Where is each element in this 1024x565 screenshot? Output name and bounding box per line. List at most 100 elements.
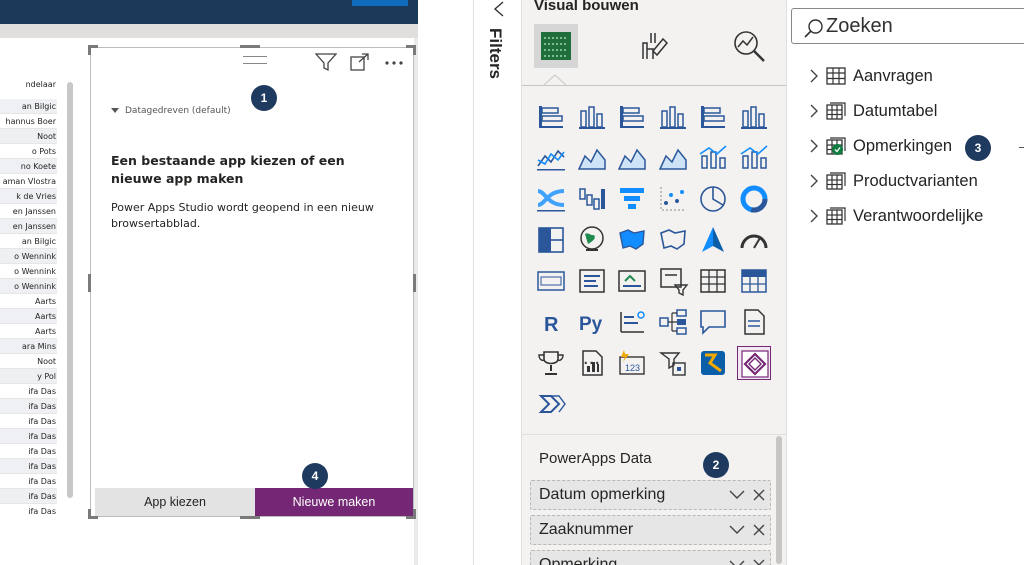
search-box[interactable] [791, 8, 1024, 44]
line-chart-icon[interactable] [534, 141, 568, 175]
table-cell[interactable]: no Koete [0, 159, 57, 174]
table-cell[interactable]: k de Vries [0, 189, 57, 204]
filled-map-icon[interactable] [615, 223, 649, 257]
close-icon[interactable] [753, 489, 765, 501]
clustered-column-icon[interactable] [656, 100, 690, 134]
collapse-filter-icon[interactable] [490, 0, 508, 22]
chevron-right-icon[interactable] [807, 69, 821, 83]
chevron-right-icon[interactable] [807, 104, 821, 118]
smart-narrative-icon[interactable] [737, 305, 771, 339]
power-automate-card-icon[interactable]: 123 [615, 346, 649, 380]
data-table-item[interactable]: Aanvragen [807, 62, 933, 90]
table-cell[interactable]: ifa Das [0, 444, 57, 459]
table-cell[interactable]: ifa Das [0, 489, 57, 504]
decomposition-tree-icon[interactable] [656, 305, 690, 339]
area-chart-icon[interactable] [575, 141, 609, 175]
table-cell[interactable]: ifa Das [0, 504, 57, 518]
table-cell[interactable]: ifa Das [0, 414, 57, 429]
focus-mode-icon[interactable] [349, 52, 371, 76]
table-cell[interactable]: ifa Das [0, 399, 57, 414]
line-stacked-column-icon[interactable] [696, 141, 730, 175]
card-icon[interactable] [534, 264, 568, 298]
table-cell[interactable]: en Janssen [0, 219, 57, 234]
scatter-chart-icon[interactable] [656, 182, 690, 216]
close-icon[interactable] [753, 559, 765, 565]
chevron-right-icon[interactable] [807, 139, 821, 153]
percent-bar-icon[interactable] [696, 100, 730, 134]
resize-handle[interactable] [413, 45, 416, 55]
filters-pane[interactable]: Filters [474, 0, 522, 565]
percent-area-icon[interactable] [656, 141, 690, 175]
field-pill[interactable]: Datum opmerking [530, 480, 771, 510]
table-scrollbar[interactable] [67, 82, 73, 498]
ribbon-button[interactable] [352, 0, 408, 6]
key-influencers-icon[interactable] [615, 305, 649, 339]
visualizations-scrollbar[interactable] [776, 436, 782, 564]
data-table-item[interactable]: Verantwoordelijke [807, 202, 983, 230]
table-visual[interactable]: ndelaar an Bilgic hannus Boer Noot o Pots no… [0, 78, 60, 518]
clustered-bar-icon[interactable] [615, 100, 649, 134]
table-cell[interactable]: ifa Das [0, 429, 57, 444]
qna-icon[interactable] [696, 305, 730, 339]
treemap-icon[interactable] [534, 223, 568, 257]
pie-chart-icon[interactable] [696, 182, 730, 216]
table-cell[interactable]: o Wennink [0, 279, 57, 294]
resize-handle[interactable] [88, 509, 91, 519]
more-options-icon[interactable] [383, 52, 405, 76]
table-cell[interactable]: Noot [0, 354, 57, 369]
search-input[interactable] [826, 11, 1024, 41]
percent-column-icon[interactable] [737, 100, 771, 134]
resize-handle[interactable] [88, 45, 91, 55]
filters-label[interactable]: Filters [485, 28, 505, 79]
smart-visual-icon[interactable] [534, 387, 568, 421]
resize-handle[interactable] [240, 516, 260, 519]
table-cell[interactable]: Noot [0, 129, 57, 144]
analytics-icon[interactable] [727, 24, 771, 68]
map-icon[interactable] [575, 223, 609, 257]
metrics-icon[interactable] [656, 346, 690, 380]
r-script-icon[interactable]: R [534, 305, 568, 339]
table-cell[interactable]: ifa Das [0, 459, 57, 474]
line-clustered-column-icon[interactable] [737, 141, 771, 175]
chevron-down-icon[interactable] [729, 525, 745, 535]
more-visuals-button[interactable]: ··· [575, 346, 609, 380]
gauge-icon[interactable] [737, 223, 771, 257]
data-table-item[interactable]: Productvarianten [807, 167, 978, 195]
table-cell[interactable]: y Pol [0, 369, 57, 384]
kpi-icon[interactable] [615, 264, 649, 298]
waterfall-chart-icon[interactable] [575, 182, 609, 216]
ribbon-chart-icon[interactable] [534, 182, 568, 216]
table-cell[interactable]: o Wennink [0, 264, 57, 279]
funnel-chart-icon[interactable] [615, 182, 649, 216]
python-visual-icon[interactable]: Py [575, 305, 609, 339]
stacked-bar-icon[interactable] [534, 100, 568, 134]
powerapps-visual[interactable]: Datagedreven (default) Een bestaande app… [90, 47, 414, 517]
table-cell[interactable]: ifa Das [0, 384, 57, 399]
slicer-icon[interactable] [656, 264, 690, 298]
field-pill[interactable]: Zaaknummer [530, 515, 771, 545]
filter-icon[interactable] [314, 52, 338, 76]
resize-handle[interactable] [413, 509, 416, 519]
close-icon[interactable] [753, 524, 765, 536]
data-table-item[interactable]: Datumtabel [807, 97, 937, 125]
table-cell[interactable]: Aarts [0, 294, 57, 309]
table-cell[interactable]: hannus Boer [0, 114, 57, 129]
build-visual-icon[interactable] [534, 24, 578, 68]
resize-handle[interactable] [413, 274, 416, 292]
table-cell[interactable]: ara Mins [0, 339, 57, 354]
app-type-dropdown[interactable]: Datagedreven (default) [111, 106, 231, 116]
resize-handle[interactable] [88, 274, 91, 292]
power-apps-icon[interactable] [736, 346, 771, 380]
table-cell[interactable]: an Bilgic [0, 99, 57, 114]
choose-app-button[interactable]: App kiezen [95, 488, 255, 516]
resize-handle[interactable] [240, 45, 260, 48]
table-cell[interactable]: o Pots [0, 144, 57, 159]
table-cell[interactable]: Aarts [0, 324, 57, 339]
chevron-down-icon[interactable] [729, 560, 745, 565]
donut-chart-icon[interactable] [737, 182, 771, 216]
format-visual-icon[interactable] [632, 24, 676, 68]
multi-row-card-icon[interactable] [575, 264, 609, 298]
table-cell[interactable]: o Wennink [0, 249, 57, 264]
stacked-column-icon[interactable] [575, 100, 609, 134]
goals-icon[interactable] [534, 346, 568, 380]
